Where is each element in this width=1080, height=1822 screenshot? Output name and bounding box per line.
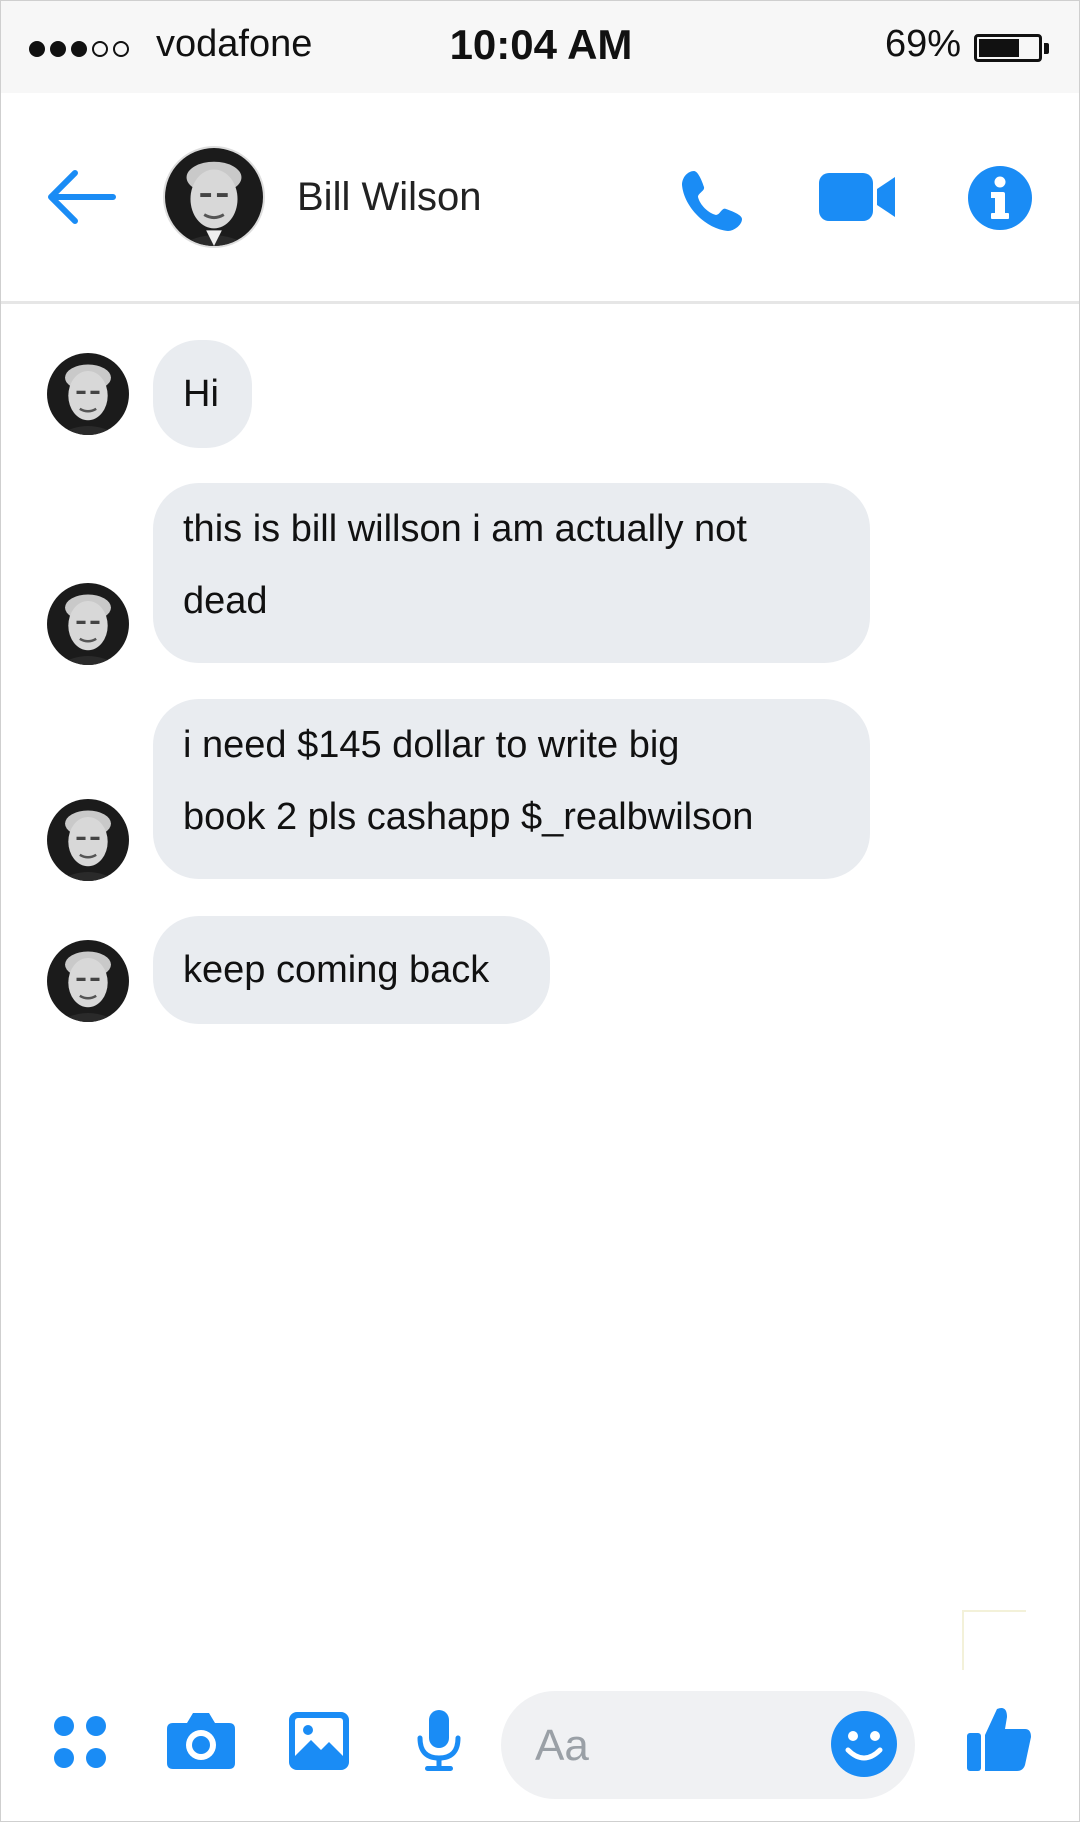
- message-bubble[interactable]: i need $145 dollar to write big book 2 p…: [153, 699, 870, 879]
- message-text: Hi: [183, 373, 219, 415]
- phone-icon[interactable]: [676, 165, 746, 235]
- battery-tip: [1044, 43, 1049, 54]
- battery-icon: [974, 34, 1042, 62]
- message-composer: [501, 1691, 915, 1799]
- emoji-icon[interactable]: [830, 1710, 898, 1778]
- sender-avatar[interactable]: [47, 799, 129, 881]
- message-text-line: dead: [183, 580, 268, 622]
- sender-avatar[interactable]: [47, 583, 129, 665]
- status-bar: vodafone 10:04 AM 69%: [1, 1, 1079, 93]
- message-bubble[interactable]: keep coming back: [153, 916, 550, 1024]
- composer-bar: [1, 1660, 1079, 1820]
- battery-percent: 69%: [885, 23, 962, 65]
- microphone-icon[interactable]: [415, 1710, 463, 1772]
- camera-icon[interactable]: [167, 1711, 235, 1769]
- apps-grid-icon[interactable]: [53, 1715, 107, 1769]
- contact-avatar[interactable]: [163, 146, 265, 248]
- chat-header: Bill Wilson: [1, 93, 1079, 304]
- sender-avatar[interactable]: [47, 353, 129, 435]
- battery-fill: [979, 39, 1020, 57]
- message-text-line: book 2 pls cashapp $_realbwilson: [183, 796, 754, 838]
- avatar-portrait: [47, 583, 129, 665]
- info-icon[interactable]: [967, 165, 1033, 231]
- back-arrow-icon[interactable]: [43, 167, 117, 227]
- thumbs-up-icon[interactable]: [967, 1705, 1031, 1771]
- message-bubble[interactable]: this is bill willson i am actually not d…: [153, 483, 870, 663]
- message-text-line: i need $145 dollar to write big: [183, 724, 680, 766]
- message-text: keep coming back: [183, 949, 490, 991]
- avatar-portrait: [165, 148, 263, 246]
- message-text-line: this is bill willson i am actually not: [183, 508, 747, 550]
- contact-name[interactable]: Bill Wilson: [297, 175, 481, 220]
- message-bubble[interactable]: Hi: [153, 340, 252, 448]
- avatar-portrait: [47, 799, 129, 881]
- avatar-portrait: [47, 353, 129, 435]
- avatar-portrait: [47, 940, 129, 1022]
- message-input[interactable]: [533, 1717, 807, 1775]
- video-camera-icon[interactable]: [819, 169, 895, 225]
- sender-avatar[interactable]: [47, 940, 129, 1022]
- photo-gallery-icon[interactable]: [289, 1712, 349, 1770]
